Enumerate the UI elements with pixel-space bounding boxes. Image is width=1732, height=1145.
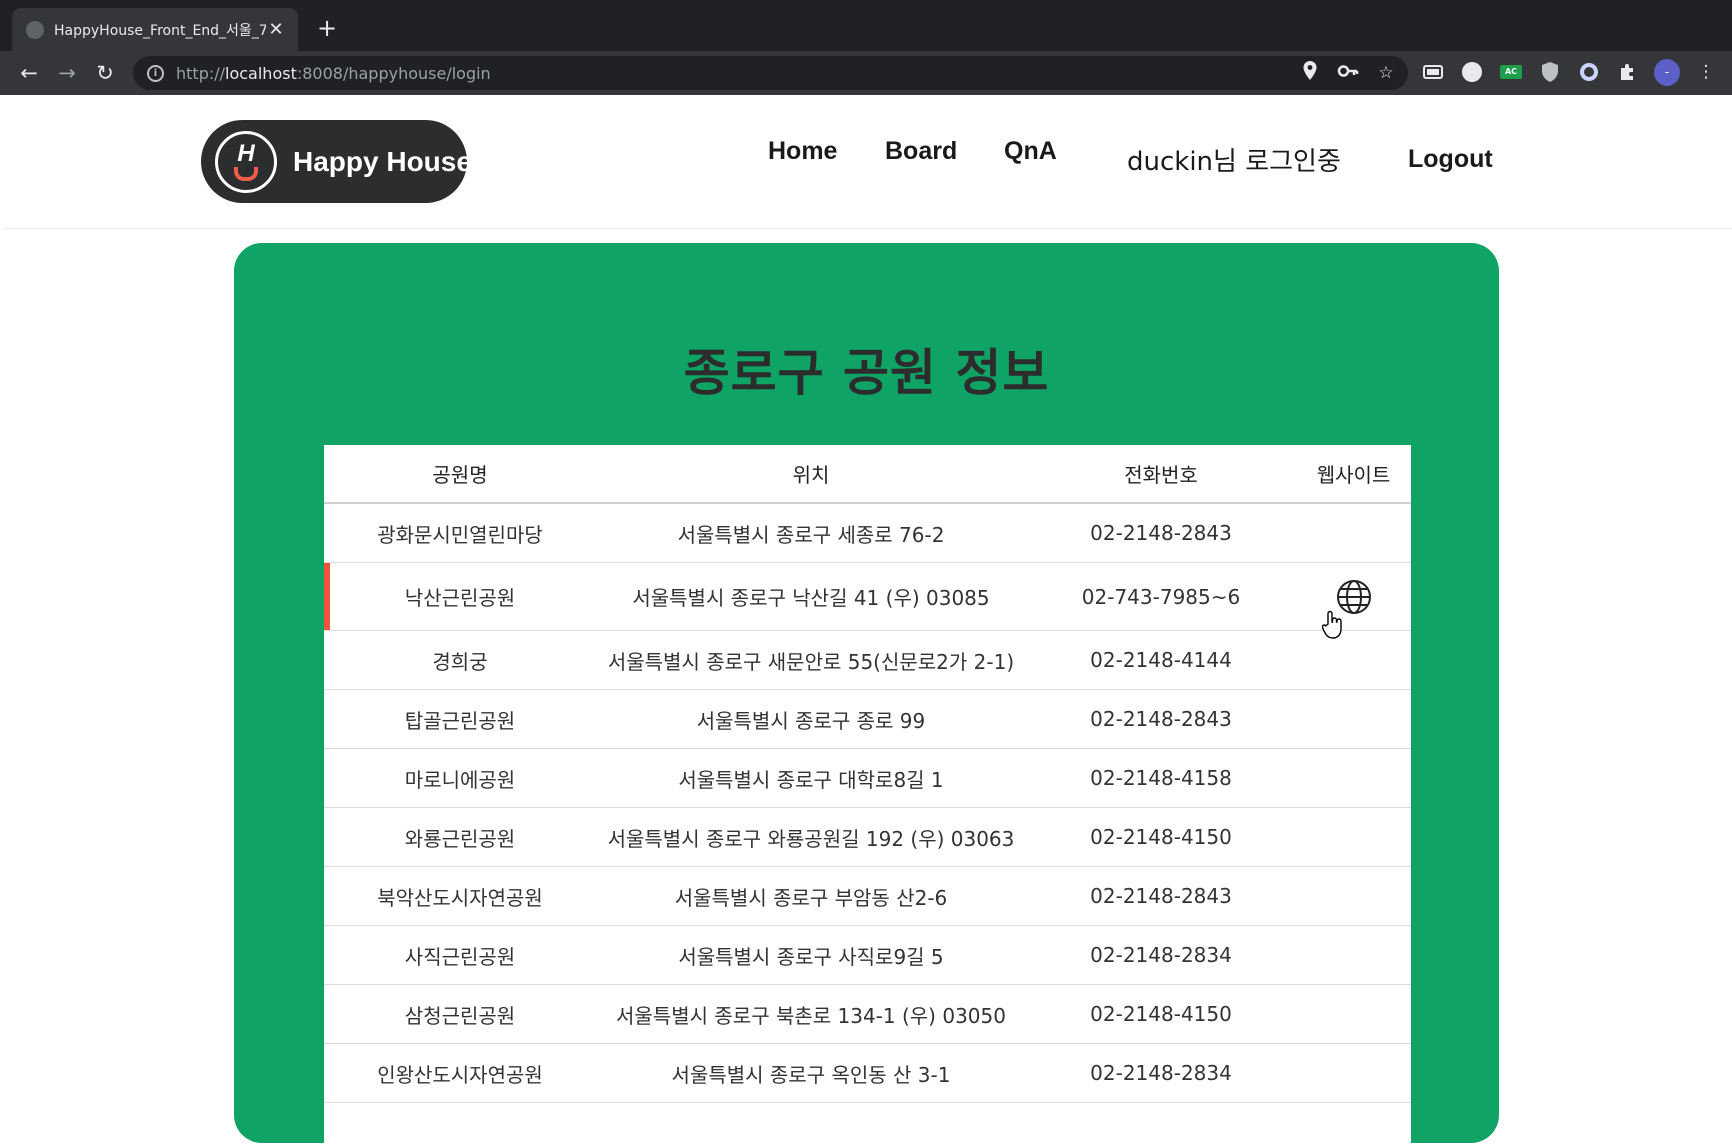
table-row[interactable]: 광화문시민열린마당 서울특별시 종로구 세종로 76-2 02-2148-2843 <box>324 504 1411 563</box>
park-name-cell: 사직근린공원 <box>404 944 516 969</box>
info-icon[interactable]: i <box>147 64 164 82</box>
forward-arrow-icon[interactable]: → <box>52 58 82 88</box>
park-website-cell <box>1296 808 1411 866</box>
park-location-cell: 서울특별시 종로구 옥인동 산 3-1 <box>671 1062 951 1087</box>
hand-cursor-icon <box>1322 610 1342 639</box>
smiley-logo-icon: H <box>215 130 277 193</box>
profile-avatar[interactable]: - <box>1654 58 1680 86</box>
menu-dots-icon[interactable]: ⋮ <box>1693 59 1719 85</box>
puzzle-extensions-icon[interactable] <box>1615 59 1641 85</box>
site-header: H Happy House Home Board QnA duckin님 로그인… <box>3 95 1732 229</box>
park-name-cell: 북악산도시자연공원 <box>377 885 543 910</box>
browser-tab-strip: HappyHouse_Front_End_서울_7 ✕ + <box>0 0 1732 51</box>
park-website-cell <box>1296 867 1411 925</box>
park-website-cell <box>1296 1044 1411 1102</box>
park-website-cell <box>1296 985 1411 1043</box>
table-row[interactable]: 인왕산도시자연공원 서울특별시 종로구 옥인동 산 3-1 02-2148-2834 <box>324 1044 1411 1103</box>
park-phone-cell: 02-2148-4150 <box>1090 825 1232 849</box>
nav-home[interactable]: Home <box>768 137 837 166</box>
park-website-cell <box>1296 690 1411 748</box>
browser-toolbar: ← → ↻ i http://localhost:8008/happyhouse… <box>0 51 1732 95</box>
close-tab-icon[interactable]: ✕ <box>266 19 286 40</box>
logout-button[interactable]: Logout <box>1408 145 1493 174</box>
park-name-cell: 인왕산도시자연공원 <box>377 1062 543 1087</box>
login-status: duckin님 로그인중 <box>1127 147 1341 177</box>
nav-qna[interactable]: QnA <box>1004 137 1057 166</box>
table-row[interactable]: 삼청근린공원 서울특별시 종로구 북촌로 134-1 (우) 03050 02-21… <box>324 985 1411 1044</box>
tab-title: HappyHouse_Front_End_서울_7 <box>54 22 266 39</box>
park-website-cell <box>1296 749 1411 807</box>
column-header-location: 위치 <box>792 463 830 487</box>
new-tab-icon[interactable]: + <box>312 14 342 44</box>
park-location-cell: 서울특별시 종로구 종로 99 <box>696 708 926 733</box>
park-location-cell: 서울특별시 종로구 세종로 76-2 <box>677 522 945 547</box>
park-location-cell: 서울특별시 종로구 와룡공원길 192 (우) 03063 <box>607 826 1015 851</box>
table-row[interactable]: 탑골근린공원 서울특별시 종로구 종로 99 02-2148-2843 <box>324 690 1411 749</box>
park-location-cell: 서울특별시 종로구 새문안로 55(신문로2가 2-1) <box>607 649 1015 674</box>
address-bar[interactable]: i http://localhost:8008/happyhouse/login… <box>133 56 1408 90</box>
table-row[interactable]: 경희궁 서울특별시 종로구 새문안로 55(신문로2가 2-1) 02-2148-4… <box>324 631 1411 690</box>
table-row[interactable]: 마로니에공원 서울특별시 종로구 대학로8길 1 02-2148-4158 <box>324 749 1411 808</box>
park-location-cell: 서울특별시 종로구 낙산길 41 (우) 03085 <box>632 586 990 610</box>
nav-board[interactable]: Board <box>885 137 957 166</box>
globe-favicon-icon <box>26 20 44 39</box>
park-name-cell: 낙산근린공원 <box>404 586 516 610</box>
park-phone-cell: 02-2148-2834 <box>1090 943 1232 967</box>
park-name-cell: 탑골근린공원 <box>404 708 516 733</box>
park-phone-cell: 02-743-7985~6 <box>1081 584 1241 609</box>
shield-extension-icon[interactable] <box>1537 59 1563 85</box>
park-location-cell: 서울특별시 종로구 부암동 산2-6 <box>674 885 948 910</box>
table-header-row: 공원명 위치 전화번호 웹사이트 <box>324 445 1411 504</box>
park-phone-cell: 02-2148-4150 <box>1090 1002 1232 1026</box>
park-name-cell: 경희궁 <box>432 649 488 674</box>
page-title: 종로구 공원 정보 <box>683 344 1050 402</box>
park-name-cell: 광화문시민열린마당 <box>377 522 543 547</box>
column-header-name: 공원명 <box>432 463 488 487</box>
ac-extension-icon[interactable]: AC <box>1498 59 1524 85</box>
park-phone-cell: 02-2148-4158 <box>1090 766 1232 790</box>
park-website-cell[interactable] <box>1296 563 1411 630</box>
park-website-cell <box>1296 926 1411 984</box>
url-text[interactable]: http://localhost:8008/happyhouse/login <box>176 64 491 83</box>
park-phone-cell: 02-2148-2834 <box>1090 1061 1232 1085</box>
bookmark-star-icon[interactable]: ☆ <box>1374 60 1398 86</box>
park-website-cell <box>1296 631 1411 689</box>
ring-extension-icon[interactable] <box>1576 59 1602 85</box>
back-arrow-icon[interactable]: ← <box>14 58 44 88</box>
table-row[interactable]: 와룡근린공원 서울특별시 종로구 와룡공원길 192 (우) 03063 02-21… <box>324 808 1411 867</box>
park-location-cell: 서울특별시 종로구 사직로9길 5 <box>678 944 944 969</box>
logo-text: Happy House <box>293 145 472 177</box>
park-location-cell: 서울특별시 종로구 대학로8길 1 <box>678 767 944 792</box>
cast-extension-icon[interactable] <box>1420 59 1446 85</box>
location-pin-icon[interactable] <box>1298 60 1322 86</box>
table-row[interactable]: 낙산근린공원 서울특별시 종로구 낙산길 41 (우) 03085 02-743-7… <box>324 563 1411 631</box>
park-table: 공원명 위치 전화번호 웹사이트 광화문시민열린마당 서울특별시 종로구 세종로 … <box>324 445 1411 1145</box>
park-phone-cell: 02-2148-2843 <box>1090 884 1232 908</box>
park-name-cell: 마로니에공원 <box>404 767 516 792</box>
park-phone-cell: 02-2148-4144 <box>1090 648 1232 672</box>
key-icon[interactable] <box>1336 60 1360 86</box>
table-row[interactable]: 북악산도시자연공원 서울특별시 종로구 부암동 산2-6 02-2148-2843 <box>324 867 1411 926</box>
park-name-cell: 삼청근린공원 <box>404 1003 516 1028</box>
reload-icon[interactable]: ↻ <box>90 58 120 88</box>
park-name-cell: 와룡근린공원 <box>404 826 516 851</box>
park-phone-cell: 02-2148-2843 <box>1090 707 1232 731</box>
browser-tab[interactable]: HappyHouse_Front_End_서울_7 ✕ <box>12 8 298 51</box>
happy-house-logo[interactable]: H Happy House <box>201 120 472 203</box>
park-website-cell <box>1296 504 1411 562</box>
park-location-cell: 서울특별시 종로구 북촌로 134-1 (우) 03050 <box>616 1003 1006 1028</box>
moon-extension-icon[interactable] <box>1459 59 1485 85</box>
column-header-website: 웹사이트 <box>1316 463 1391 487</box>
column-header-phone: 전화번호 <box>1124 463 1198 487</box>
park-phone-cell: 02-2148-2843 <box>1090 521 1232 545</box>
table-row[interactable]: 사직근린공원 서울특별시 종로구 사직로9길 5 02-2148-2834 <box>324 926 1411 985</box>
